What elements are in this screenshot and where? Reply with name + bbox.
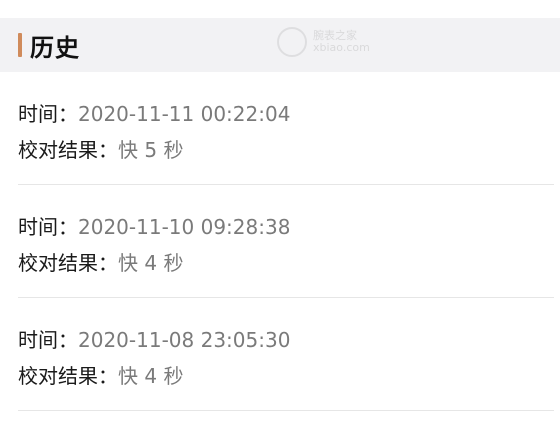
history-record: 时间：2020-11-08 23:05:30 校对结果：快 4 秒 — [18, 298, 554, 411]
time-value: 2020-11-11 00:22:04 — [78, 102, 291, 126]
time-row: 时间：2020-11-11 00:22:04 — [18, 96, 554, 132]
time-row: 时间：2020-11-10 09:28:38 — [18, 209, 554, 245]
time-label: 时间： — [18, 215, 78, 239]
history-record: 时间：2020-11-11 00:22:04 校对结果：快 5 秒 — [18, 72, 554, 185]
time-label: 时间： — [18, 328, 78, 352]
watermark-logo: 腕表之家 xbiao.com — [277, 27, 370, 57]
section-title: 历史 — [30, 33, 80, 62]
time-value: 2020-11-10 09:28:38 — [78, 215, 291, 239]
history-section-header: 历史 腕表之家 xbiao.com — [0, 18, 560, 72]
result-row: 校对结果：快 4 秒 — [18, 245, 554, 281]
top-strip — [0, 0, 560, 18]
result-label: 校对结果： — [18, 138, 118, 162]
watermark-circle-icon — [277, 27, 307, 57]
result-value: 快 5 秒 — [118, 138, 184, 162]
accent-bar — [18, 33, 22, 57]
history-list: 时间：2020-11-11 00:22:04 校对结果：快 5 秒 时间：202… — [0, 72, 560, 411]
result-row: 校对结果：快 4 秒 — [18, 358, 554, 394]
time-label: 时间： — [18, 102, 78, 126]
result-value: 快 4 秒 — [118, 364, 184, 388]
time-row: 时间：2020-11-08 23:05:30 — [18, 322, 554, 358]
result-label: 校对结果： — [18, 364, 118, 388]
history-record: 时间：2020-11-10 09:28:38 校对结果：快 4 秒 — [18, 185, 554, 298]
result-value: 快 4 秒 — [118, 251, 184, 275]
result-label: 校对结果： — [18, 251, 118, 275]
watermark-text-bottom: xbiao.com — [313, 41, 370, 54]
result-row: 校对结果：快 5 秒 — [18, 132, 554, 168]
time-value: 2020-11-08 23:05:30 — [78, 328, 291, 352]
